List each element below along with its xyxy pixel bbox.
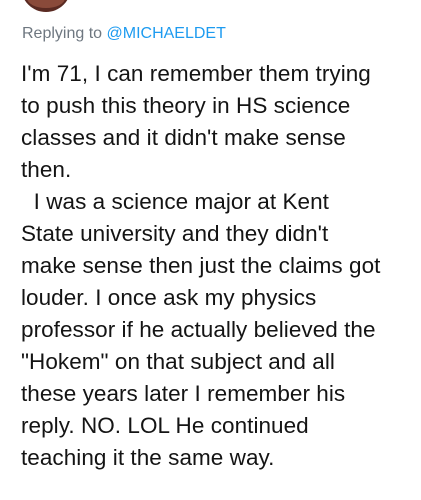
author-avatar[interactable] xyxy=(21,0,71,12)
replying-to-label: Replying to xyxy=(22,25,107,42)
avatar-image xyxy=(27,0,65,8)
post-body-text: I'm 71, I can remember them trying to pu… xyxy=(21,61,381,470)
replying-to-handle-link[interactable]: @MICHAELDET xyxy=(107,25,226,42)
replying-to-line: Replying to @MICHAELDET xyxy=(22,24,226,44)
